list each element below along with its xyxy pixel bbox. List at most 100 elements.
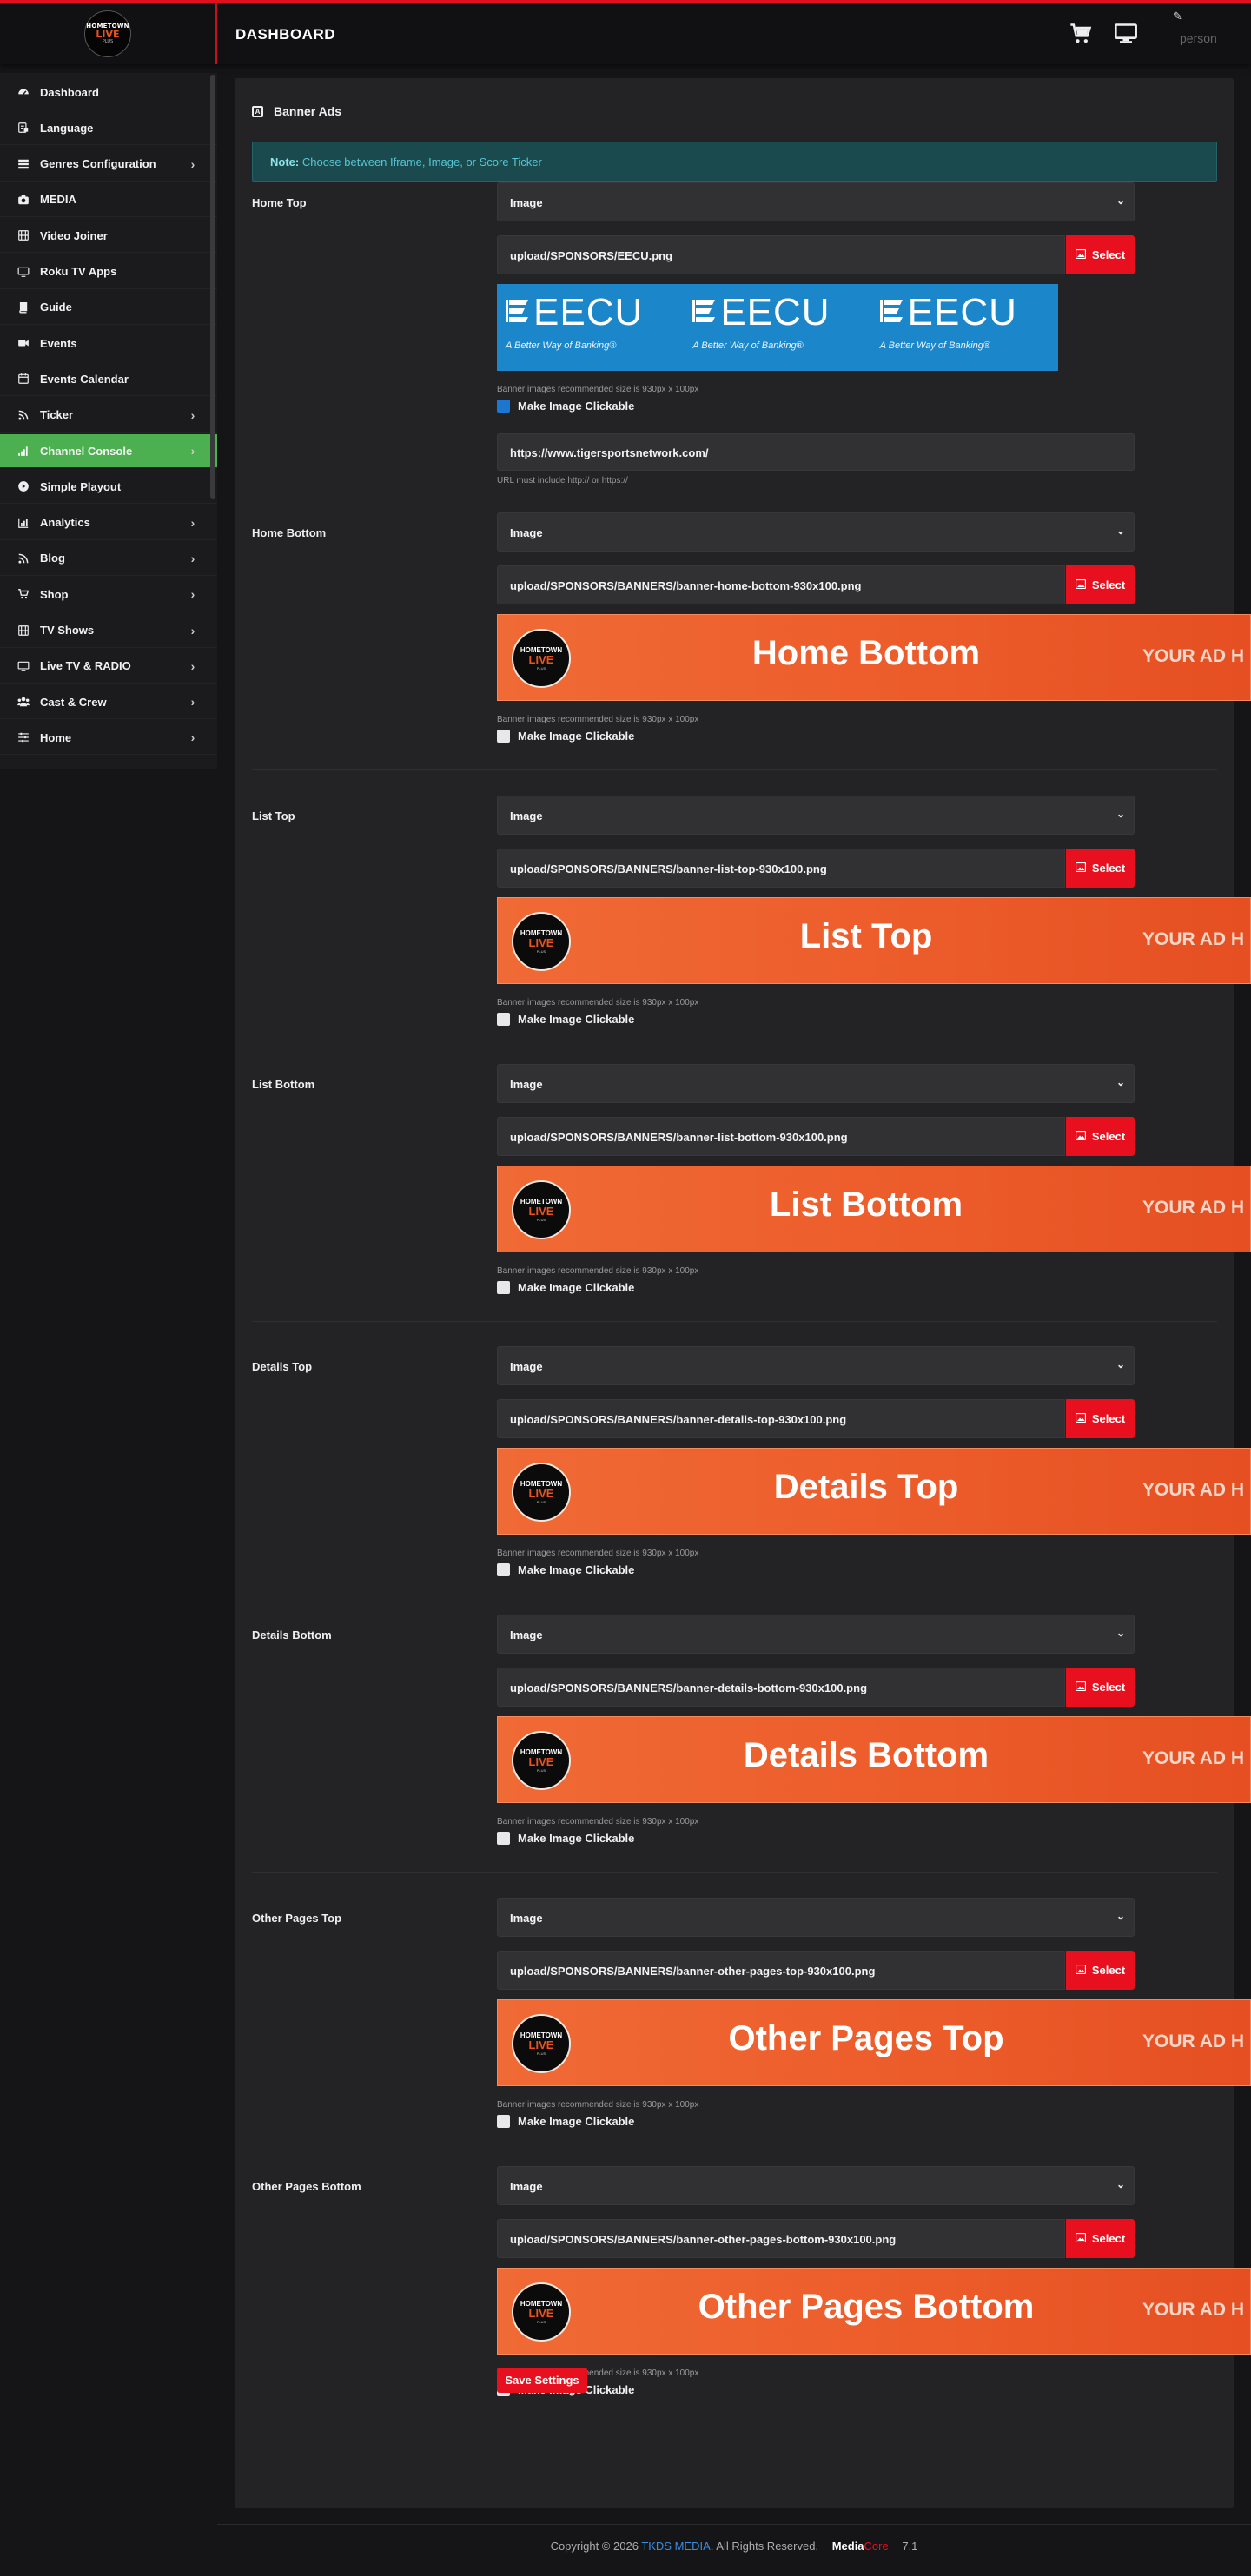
sidebar-item-simple-playout[interactable]: Simple Playout [0, 470, 217, 505]
chevron-right-icon: › [190, 407, 195, 422]
checkbox-unchecked[interactable] [497, 1013, 510, 1026]
sidebar-item-label: Channel Console [40, 444, 133, 458]
footer-brand-link[interactable]: TKDS MEDIA [641, 2540, 710, 2553]
banner-file-input[interactable]: upload/SPONSORS/BANNERS/banner-details-b… [497, 1668, 1065, 1707]
select-file-button[interactable]: Select [1066, 565, 1135, 604]
banner-type-value: Image [510, 1078, 543, 1091]
banner-size-hint: Banner images recommended size is 930px … [497, 1549, 699, 1558]
sidebar-item-tv-shows[interactable]: TV Shows › [0, 614, 217, 648]
banner-preview-title: Details Top [773, 1468, 959, 1506]
sidebar-item-cast-crew[interactable]: Cast & Crew › [0, 685, 217, 720]
user-menu[interactable]: ✎ person [1155, 8, 1225, 60]
select-file-button[interactable]: Select [1066, 1668, 1135, 1707]
banner-type-select[interactable]: Image ⌄ [497, 512, 1135, 552]
select-file-button[interactable]: Select [1066, 2219, 1135, 2258]
banner-type-value: Image [510, 2180, 543, 2193]
sidebar-item-video-joiner[interactable]: Video Joiner [0, 219, 217, 254]
banner-type-value: Image [510, 1628, 543, 1641]
checkbox-unchecked[interactable] [497, 2115, 510, 2128]
banner-file-input[interactable]: upload/SPONSORS/BANNERS/banner-list-top-… [497, 849, 1065, 888]
chevron-right-icon: › [190, 515, 195, 530]
eecu-mark-icon [692, 298, 717, 324]
banner-type-select[interactable]: Image ⌄ [497, 2166, 1135, 2205]
image-icon [1075, 862, 1086, 875]
banner-file-input[interactable]: upload/SPONSORS/BANNERS/banner-details-t… [497, 1399, 1065, 1438]
make-clickable-checkbox[interactable]: Make Image Clickable [497, 1563, 634, 1576]
chevron-right-icon: › [190, 551, 195, 565]
chevron-down-icon: ⌄ [1115, 808, 1125, 820]
sidebar-item-genres-configuration[interactable]: Genres Configuration › [0, 148, 217, 182]
checkbox-unchecked[interactable] [497, 1563, 510, 1576]
sidebar-item-live-tv-radio[interactable]: Live TV & RADIO › [0, 650, 217, 684]
banner-label: List Bottom [252, 1078, 315, 1091]
user-avatar-alt: person [1180, 31, 1217, 45]
banner-file-input[interactable]: upload/SPONSORS/BANNERS/banner-list-bott… [497, 1117, 1065, 1156]
sidebar-item-analytics[interactable]: Analytics › [0, 506, 217, 540]
select-file-button[interactable]: Select [1066, 849, 1135, 888]
select-button-label: Select [1091, 1681, 1126, 1694]
chevron-down-icon: ⌄ [1115, 2178, 1125, 2190]
banner-preview-title: Other Pages Top [728, 2019, 1004, 2057]
make-clickable-checkbox[interactable]: Make Image Clickable [497, 400, 634, 413]
sidebar-item-blog[interactable]: Blog › [0, 542, 217, 576]
make-clickable-checkbox[interactable]: Make Image Clickable [497, 2115, 634, 2128]
eecu-wordmark: EECU [720, 291, 831, 334]
banner-file-input[interactable]: upload/SPONSORS/EECU.png [497, 235, 1065, 274]
sidebar-item-ticker[interactable]: Ticker › [0, 399, 217, 433]
make-clickable-checkbox[interactable]: Make Image Clickable [497, 1832, 634, 1845]
banner-label: Home Top [252, 196, 307, 209]
banner-file-input[interactable]: upload/SPONSORS/BANNERS/banner-other-pag… [497, 2219, 1065, 2258]
monitor-icon[interactable] [1114, 22, 1138, 46]
url-hint: URL must include http:// or https:// [497, 476, 628, 485]
chevron-down-icon: ⌄ [1115, 1358, 1125, 1371]
checkbox-checked[interactable] [497, 400, 510, 413]
mediacore-media: Media [831, 2540, 864, 2553]
banner-preview-image: HOMETOWN LIVE PLUS Other Pages Bottom YOUR A… [497, 2268, 1251, 2355]
save-settings-button[interactable]: Save Settings [497, 2368, 587, 2393]
sidebar-item-guide[interactable]: Guide [0, 291, 217, 325]
sidebar-item-roku-tv-apps[interactable]: Roku TV Apps [0, 255, 217, 289]
sidebar-item-events[interactable]: Events [0, 327, 217, 361]
banner-type-select[interactable]: Image ⌄ [497, 796, 1135, 835]
sidebar-item-language[interactable]: Language [0, 111, 217, 146]
chevron-right-icon: › [190, 730, 195, 745]
select-file-button[interactable]: Select [1066, 1399, 1135, 1438]
sidebar-item-events-calendar[interactable]: Events Calendar [0, 362, 217, 397]
make-clickable-checkbox[interactable]: Make Image Clickable [497, 1013, 634, 1026]
banner-preview-title: Home Bottom [751, 634, 981, 672]
sidebar-item-channel-console[interactable]: Channel Console › [0, 434, 217, 468]
logo[interactable]: HOMETOWN LIVE PLUS [0, 3, 217, 64]
banner-type-select[interactable]: Image ⌄ [497, 1346, 1135, 1385]
banner-file-input[interactable]: upload/SPONSORS/BANNERS/banner-other-pag… [497, 1951, 1065, 1990]
banner-preview-side-text: YOUR AD H [1142, 1748, 1245, 1768]
select-file-button[interactable]: Select [1066, 1117, 1135, 1156]
banner-type-select[interactable]: Image ⌄ [497, 1898, 1135, 1937]
banner-file-input[interactable]: upload/SPONSORS/BANNERS/banner-home-bott… [497, 565, 1065, 604]
banner-url-input[interactable]: https://www.tigersportsnetwork.com/ [497, 433, 1135, 471]
language-icon [14, 122, 33, 134]
chevron-down-icon: ⌄ [1115, 1076, 1125, 1088]
sidebar-item-label: Home [40, 730, 72, 744]
tv-icon [14, 266, 33, 278]
checkbox-unchecked[interactable] [497, 1281, 510, 1294]
banner-type-select[interactable]: Image ⌄ [497, 1615, 1135, 1654]
sidebar-scrollbar[interactable] [210, 75, 215, 499]
cart-icon[interactable] [1069, 22, 1093, 46]
banner-type-select[interactable]: Image ⌄ [497, 1064, 1135, 1103]
video-icon [14, 337, 33, 349]
make-clickable-checkbox[interactable]: Make Image Clickable [497, 1281, 634, 1294]
sidebar-item-dashboard[interactable]: Dashboard [0, 76, 217, 109]
book-icon [14, 301, 33, 314]
sidebar-item-home[interactable]: Home › [0, 721, 217, 756]
eecu-wordmark: EECU [907, 291, 1017, 334]
banner-type-select[interactable]: Image ⌄ [497, 182, 1135, 221]
sidebar-item-shop[interactable]: Shop › [0, 578, 217, 612]
checkbox-unchecked[interactable] [497, 1832, 510, 1845]
image-icon [1075, 1681, 1086, 1694]
sidebar-item-media[interactable]: MEDIA [0, 183, 217, 217]
select-file-button[interactable]: Select [1066, 1951, 1135, 1990]
make-clickable-checkbox[interactable]: Make Image Clickable [497, 730, 634, 743]
select-file-button[interactable]: Select [1066, 235, 1135, 274]
note-label: Note: [270, 155, 300, 168]
checkbox-unchecked[interactable] [497, 730, 510, 743]
